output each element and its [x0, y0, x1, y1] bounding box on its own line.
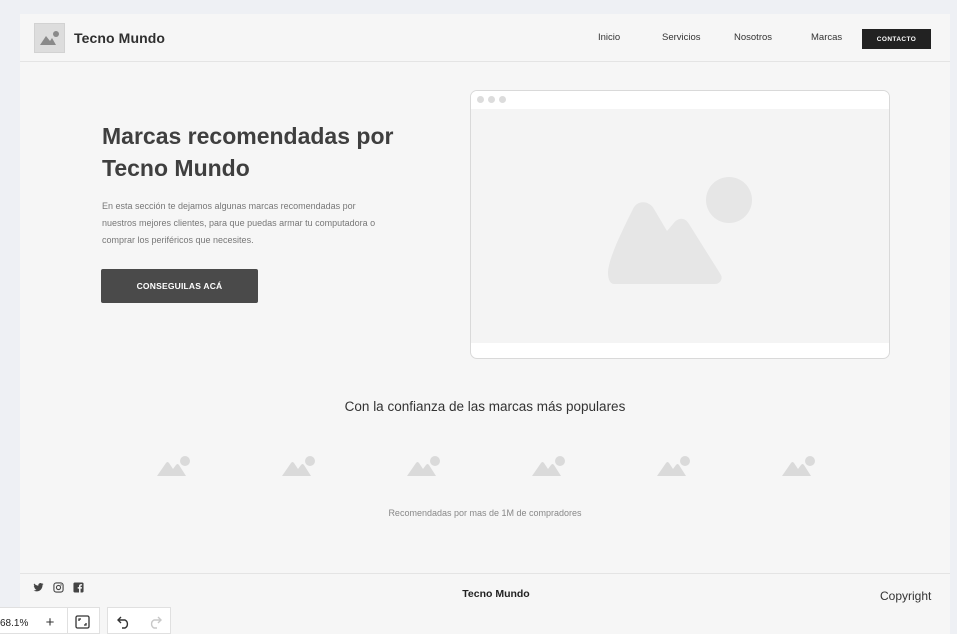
hero-title: Marcas recomendadas por Tecno Mundo	[102, 123, 394, 181]
site-brand[interactable]: Tecno Mundo	[74, 30, 165, 46]
undo-icon[interactable]	[117, 616, 131, 629]
trust-subtitle: Recomendadas por mas de 1M de compradore…	[388, 508, 582, 518]
nav-inicio[interactable]: Inicio	[598, 32, 620, 43]
window-dot-icon	[477, 96, 484, 103]
window-dot-icon	[499, 96, 506, 103]
zoom-level[interactable]: 68.1%	[0, 618, 28, 629]
brand-logo-icon	[282, 456, 315, 476]
footer-brand: Tecno Mundo	[462, 588, 530, 600]
nav-servicios[interactable]: Servicios	[662, 32, 701, 43]
hero-description: En esta sección te dejamos algunas marca…	[102, 201, 376, 245]
browser-bar	[471, 91, 889, 109]
brand-logo-icon	[532, 456, 565, 476]
trust-title: Con la confianza de las marcas más popul…	[344, 399, 626, 414]
page-canvas: Tecno Mundo Inicio Servicios Nosotros Ma…	[20, 14, 950, 634]
browser-mockup	[470, 90, 890, 359]
nav-marcas[interactable]: Marcas	[811, 32, 842, 43]
brand-logo-icon	[782, 456, 815, 476]
history-controls	[107, 607, 171, 634]
site-header: Tecno Mundo Inicio Servicios Nosotros Ma…	[20, 14, 950, 62]
brand-logo-icon	[407, 456, 440, 476]
logo-placeholder-icon[interactable]	[34, 23, 65, 53]
window-dot-icon	[488, 96, 495, 103]
image-placeholder-icon	[608, 177, 752, 284]
brand-logo-icon	[157, 456, 190, 476]
toolbar-divider	[67, 608, 68, 634]
nav-nosotros[interactable]: Nosotros	[734, 32, 772, 43]
contact-button[interactable]: CONTACTO	[862, 29, 931, 49]
zoom-controls: 68.1% +	[0, 607, 100, 634]
fit-screen-icon[interactable]	[75, 615, 90, 629]
copyright-text: Copyright	[880, 589, 932, 603]
redo-icon[interactable]	[148, 616, 162, 629]
zoom-in-icon[interactable]: +	[42, 614, 58, 631]
cta-button[interactable]: CONSEGUILAS ACÁ	[101, 269, 258, 303]
hero-image-placeholder	[471, 109, 889, 343]
brand-logo-icon	[657, 456, 690, 476]
